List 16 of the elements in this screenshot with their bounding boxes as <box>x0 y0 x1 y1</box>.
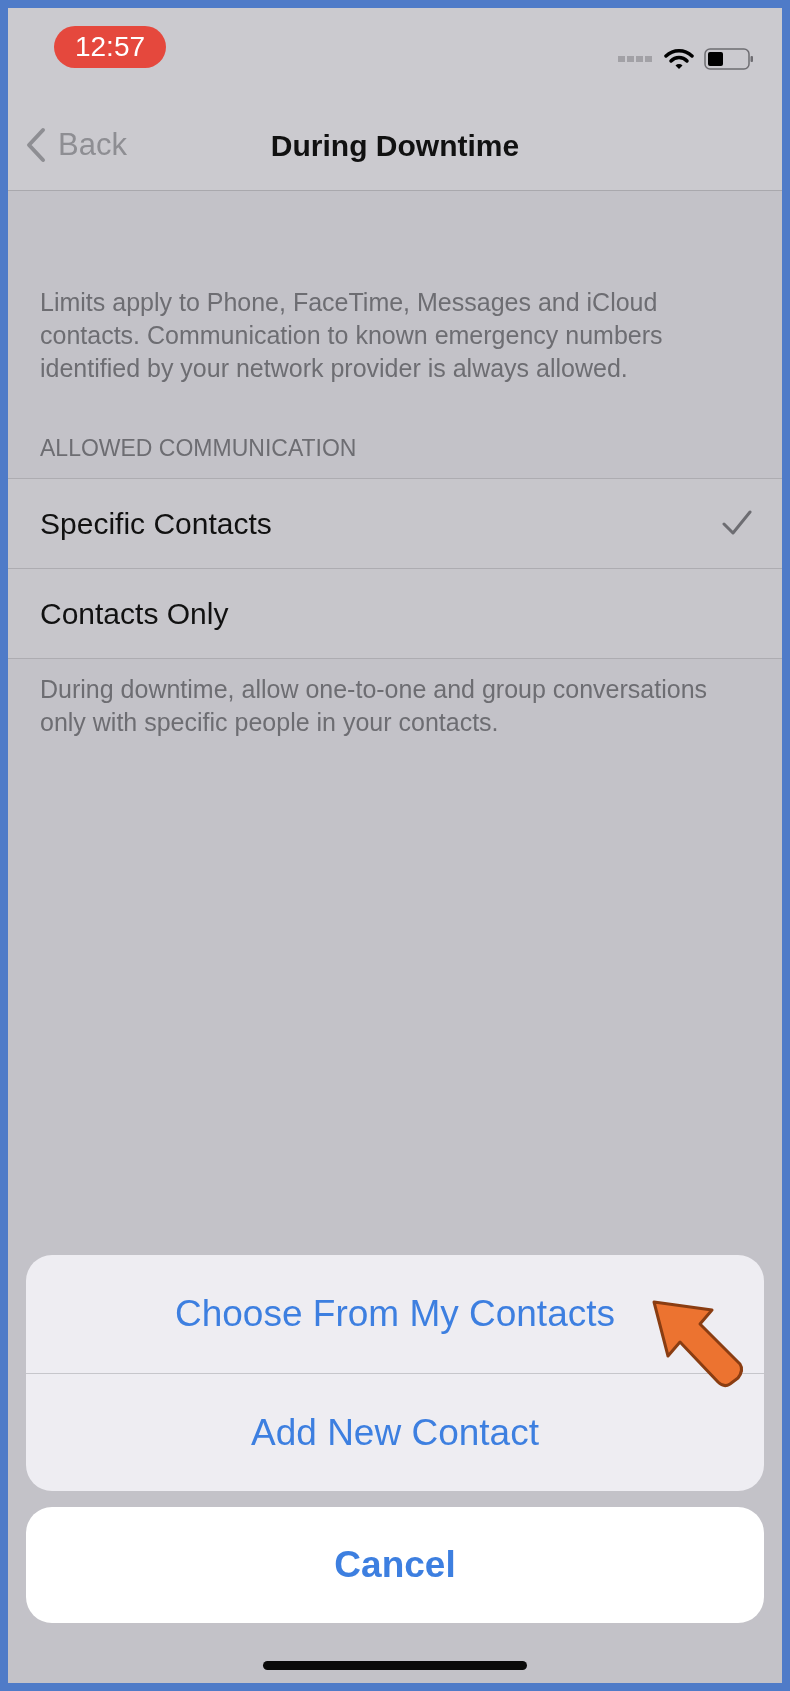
option-label: Contacts Only <box>40 595 229 632</box>
option-row[interactable]: Specific Contacts <box>8 478 782 569</box>
time-badge: 12:57 <box>54 26 166 68</box>
description-text: Limits apply to Phone, FaceTime, Messages and iCloud contacts. Communication to known emergency numbers identified by your network provider is always allowed. <box>39 287 664 384</box>
screen-title: During Downtime <box>270 127 520 164</box>
option-label: Specific Contacts <box>40 505 272 542</box>
action-button[interactable]: Choose From My Contacts <box>26 1255 764 1373</box>
wifi-icon <box>664 48 694 70</box>
chevron-left-icon <box>26 127 46 163</box>
footer-text: During downtime, allow one-to-one and group conversations only with specific people in your contacts. <box>39 673 709 738</box>
signal-icon <box>618 55 654 63</box>
option-row[interactable]: Contacts Only <box>8 568 782 659</box>
section-header: ALLOWED COMMUNICATION <box>39 434 358 463</box>
back-button[interactable]: Back <box>26 121 127 169</box>
battery-icon <box>704 48 754 70</box>
cancel-button[interactable]: Cancel <box>26 1507 764 1623</box>
